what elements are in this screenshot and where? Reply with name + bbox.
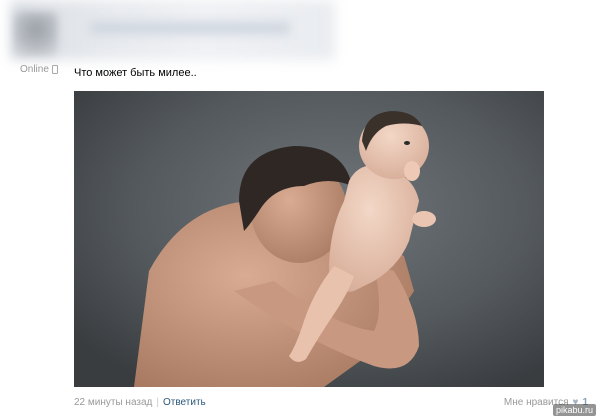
message-text: Что может быть милее.. — [74, 67, 197, 79]
online-status: Online — [20, 64, 58, 75]
post-photo[interactable] — [74, 91, 544, 387]
post-footer: 22 минуты назад | Ответить — [74, 397, 206, 408]
timestamp[interactable]: 22 минуты назад — [74, 397, 152, 408]
footer-separator: | — [156, 397, 159, 408]
online-label: Online — [20, 64, 49, 75]
mobile-phone-icon — [51, 65, 58, 74]
reply-link[interactable]: Ответить — [163, 397, 206, 408]
watermark: pikabu.ru — [552, 404, 596, 416]
author-name-blurred[interactable] — [90, 22, 290, 34]
photo-illustration — [74, 91, 544, 387]
avatar[interactable] — [14, 12, 58, 56]
